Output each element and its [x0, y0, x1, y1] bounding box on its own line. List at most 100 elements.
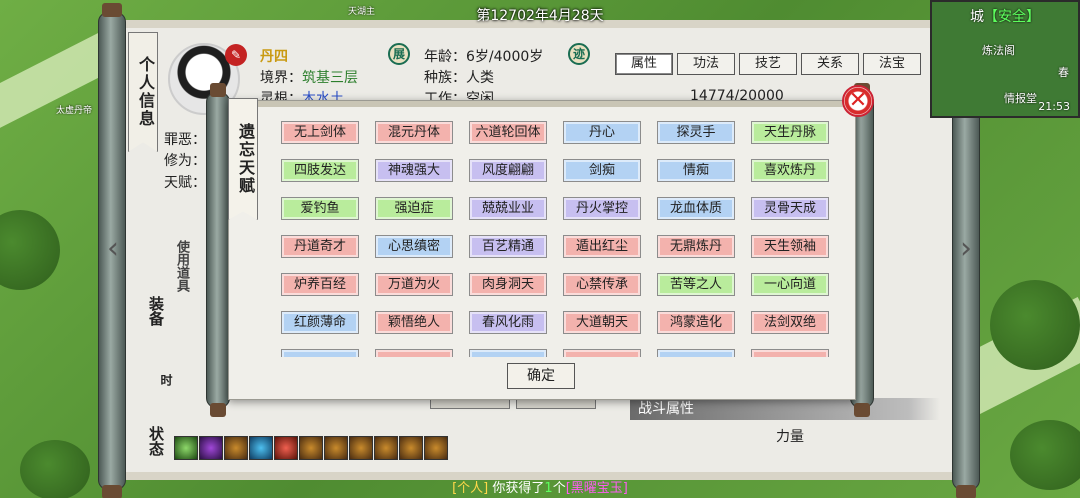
minimap-status: 【安全】 [984, 9, 1040, 25]
talent-button[interactable]: 丹道奇才 [281, 235, 359, 258]
talent-button[interactable]: 一心向道 [751, 273, 829, 296]
talent-button[interactable]: 情痴 [657, 159, 735, 182]
game-date: 第12702年4月28天 [476, 8, 604, 24]
talent-button[interactable] [375, 349, 453, 357]
status-effect-icon[interactable] [174, 436, 198, 460]
minimap-city: 城 [970, 9, 984, 25]
talent-button[interactable] [563, 349, 641, 357]
info-panel-title: 个人信息 [128, 32, 158, 152]
talent-button[interactable]: 神魂强大 [375, 159, 453, 182]
status-effect-icon[interactable] [224, 436, 248, 460]
chevron-right-icon[interactable]: › [955, 232, 977, 268]
talent-label: 天赋： [164, 175, 206, 191]
chat-count: 1 [544, 481, 553, 496]
talent-button[interactable]: 剑痴 [563, 159, 641, 182]
talent-button[interactable] [469, 349, 547, 357]
tab-attributes[interactable]: 属性 [615, 53, 673, 75]
attribute-tabs: 属性 功法 技艺 关系 法宝 [615, 53, 921, 75]
time-label: 时 [159, 374, 173, 386]
dialog-title: 遗忘天赋 [228, 98, 258, 220]
talent-button[interactable] [281, 349, 359, 357]
realm-value: 筑基三层 [302, 70, 358, 86]
tab-relations[interactable]: 关系 [801, 53, 859, 75]
talent-button[interactable]: 心禁传承 [563, 273, 641, 296]
realm-row: 境界：筑基三层 [260, 67, 358, 87]
status-label: 状态 [147, 426, 165, 456]
talent-button[interactable]: 大道朝天 [563, 311, 641, 334]
close-dialog-button[interactable]: ✕ [842, 85, 874, 117]
race-value: 人类 [466, 70, 494, 86]
talent-button[interactable] [751, 349, 829, 357]
talent-button[interactable]: 龙血体质 [657, 197, 735, 220]
forget-talent-dialog: 无上剑体 混元丹体 六道轮回体 丹心 探灵手 天生丹脉四肢发达 神魂强大 风度翩翩 剑痴 情痴 喜欢… [228, 100, 856, 400]
minimap-spot[interactable]: 情报堂 [1004, 90, 1037, 106]
status-effects [174, 436, 448, 460]
status-effect-icon[interactable] [399, 436, 423, 460]
minimap-time: 21:53 [1038, 100, 1070, 113]
talent-button[interactable] [657, 349, 735, 357]
character-name: 丹四 [260, 49, 288, 65]
status-effect-icon[interactable] [424, 436, 448, 460]
talent-button[interactable]: 万道为火 [375, 273, 453, 296]
status-effect-icon[interactable] [374, 436, 398, 460]
talent-button[interactable]: 苦等之人 [657, 273, 735, 296]
talent-button[interactable]: 四肢发达 [281, 159, 359, 182]
talent-button[interactable]: 颖悟绝人 [375, 311, 453, 334]
talent-button[interactable]: 春风化雨 [469, 311, 547, 334]
talent-button[interactable]: 肉身洞天 [469, 273, 547, 296]
talent-button[interactable]: 鸿蒙造化 [657, 311, 735, 334]
status-effect-icon[interactable] [249, 436, 273, 460]
status-effect-icon[interactable] [324, 436, 348, 460]
minimap-title: 城【安全】 [932, 6, 1078, 26]
talent-button[interactable]: 无上剑体 [281, 121, 359, 144]
minimap-spot[interactable]: 炼法阁 [982, 42, 1015, 58]
tab-skills[interactable]: 功法 [677, 53, 735, 75]
age-label: 年龄： [424, 49, 466, 65]
talent-button[interactable]: 丹火掌控 [563, 197, 641, 220]
talent-button[interactable]: 丹心 [563, 121, 641, 144]
tree [990, 280, 1080, 370]
confirm-button[interactable]: 确定 [507, 363, 575, 389]
minimap-spot[interactable]: 春 [1058, 64, 1069, 80]
talent-button[interactable]: 爱钓鱼 [281, 197, 359, 220]
age-row: 年龄：6岁/4000岁 [424, 46, 543, 66]
status-effect-icon[interactable] [349, 436, 373, 460]
talent-button[interactable]: 灵骨天成 [751, 197, 829, 220]
talent-button[interactable]: 喜欢炼丹 [751, 159, 829, 182]
race-row: 种族：人类 [424, 67, 494, 87]
chat-item[interactable]: [黑曜宝玉] [566, 481, 628, 496]
talent-button[interactable]: 风度翩翩 [469, 159, 547, 182]
chat-text: 个 [552, 481, 566, 496]
use-item-label[interactable]: 使用道具 [172, 240, 191, 292]
talent-button[interactable]: 探灵手 [657, 121, 735, 144]
combat-attributes-header: 战斗属性 [630, 398, 940, 420]
talent-button[interactable]: 天生丹脉 [751, 121, 829, 144]
tab-arts[interactable]: 技艺 [739, 53, 797, 75]
dialog-roller-left [206, 83, 230, 417]
status-effect-icon[interactable] [299, 436, 323, 460]
talent-grid: 无上剑体 混元丹体 六道轮回体 丹心 探灵手 天生丹脉四肢发达 神魂强大 风度翩翩 剑痴 情痴 喜欢… [281, 121, 841, 357]
talent-button[interactable]: 红颜薄命 [281, 311, 359, 334]
status-effect-icon[interactable] [274, 436, 298, 460]
talent-button[interactable]: 炉养百经 [281, 273, 359, 296]
talent-button[interactable]: 混元丹体 [375, 121, 453, 144]
strength-label: 力量 [776, 429, 804, 445]
talent-button[interactable]: 强迫症 [375, 197, 453, 220]
talent-button[interactable]: 天生领袖 [751, 235, 829, 258]
evil-label: 罪恶： [164, 132, 206, 148]
brush-icon[interactable]: ✎ [225, 44, 247, 66]
tab-treasures[interactable]: 法宝 [863, 53, 921, 75]
chat-text: 你获得了 [492, 481, 545, 496]
race-label: 种族： [424, 70, 466, 86]
talent-button[interactable]: 六道轮回体 [469, 121, 547, 144]
talent-button[interactable]: 兢兢业业 [469, 197, 547, 220]
status-effect-icon[interactable] [199, 436, 223, 460]
age-value: 6岁/4000岁 [466, 49, 544, 65]
talent-button[interactable]: 遁出红尘 [563, 235, 641, 258]
chevron-left-icon[interactable]: ‹ [102, 232, 124, 268]
talent-button[interactable]: 法剑双绝 [751, 311, 829, 334]
talent-button[interactable]: 百艺精通 [469, 235, 547, 258]
talent-button[interactable]: 无鼎炼丹 [657, 235, 735, 258]
minimap[interactable]: 城【安全】 炼法阁 情报堂 春 21:53 [930, 0, 1080, 118]
talent-button[interactable]: 心思缜密 [375, 235, 453, 258]
